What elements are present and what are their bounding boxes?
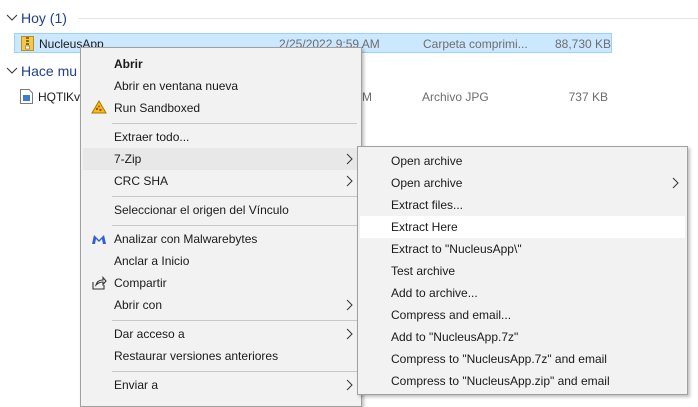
submenu-item-compress-zip-email[interactable]: Compress to "NucleusApp.zip" and email	[360, 370, 685, 392]
submenu-item-extract-files[interactable]: Extract files...	[360, 194, 685, 216]
context-menu: Abrir Abrir en ventana nueva Run Sandbox…	[80, 47, 362, 407]
menu-item-malwarebytes[interactable]: Analizar con Malwarebytes	[83, 228, 359, 250]
zip-folder-icon	[21, 36, 34, 51]
menu-item-restore-versions[interactable]: Restaurar versiones anteriores	[83, 345, 359, 367]
menu-separator	[112, 225, 357, 226]
submenu-item-add-to-archive[interactable]: Add to archive...	[360, 282, 685, 304]
file-name: HQTlKv	[38, 90, 80, 104]
menu-separator	[112, 320, 357, 321]
chevron-right-icon	[346, 175, 353, 187]
menu-separator	[112, 371, 357, 372]
menu-item-select-link-origin[interactable]: Seleccionar el origen del Vínculo	[83, 199, 359, 221]
sandbox-icon	[91, 100, 107, 114]
submenu-item-compress-7z-email[interactable]: Compress to "NucleusApp.7z" and email	[360, 348, 685, 370]
chevron-right-icon	[346, 328, 353, 340]
submenu-item-extract-here[interactable]: Extract Here	[360, 216, 685, 238]
submenu-item-test-archive[interactable]: Test archive	[360, 260, 685, 282]
submenu-item-open-archive[interactable]: Open archive	[360, 150, 685, 172]
chevron-right-icon	[346, 299, 353, 311]
menu-separator	[112, 123, 357, 124]
file-size: 88,730 KB	[555, 37, 612, 51]
file-size: 737 KB	[568, 90, 608, 104]
chevron-right-icon	[346, 379, 353, 391]
chevron-right-icon	[672, 177, 679, 189]
submenu-item-add-to-7z[interactable]: Add to "NucleusApp.7z"	[360, 326, 685, 348]
menu-item-send-to[interactable]: Enviar a	[83, 374, 359, 396]
image-file-icon	[20, 89, 33, 104]
file-type: Carpeta comprimi...	[423, 37, 528, 51]
menu-item-crc-sha[interactable]: CRC SHA	[83, 170, 359, 192]
menu-item-7zip[interactable]: 7-Zip	[83, 148, 359, 170]
chevron-down-icon	[6, 67, 18, 74]
group-label: Hoy (1)	[21, 10, 67, 26]
menu-item-share[interactable]: Compartir	[83, 272, 359, 294]
group-header-today[interactable]: Hoy (1)	[6, 8, 67, 28]
chevron-down-icon	[6, 14, 18, 21]
share-icon	[92, 276, 107, 290]
menu-item-pin-start[interactable]: Anclar a Inicio	[83, 250, 359, 272]
menu-item-extract-all[interactable]: Extraer todo...	[83, 126, 359, 148]
submenu-item-open-archive-type[interactable]: Open archive	[360, 172, 685, 194]
menu-item-open-with[interactable]: Abrir con	[83, 294, 359, 316]
menu-item-open-new-window[interactable]: Abrir en ventana nueva	[83, 75, 359, 97]
group-label: Hace mu	[21, 63, 78, 79]
submenu-item-compress-email[interactable]: Compress and email...	[360, 304, 685, 326]
group-divider	[78, 18, 698, 19]
malwarebytes-icon	[92, 235, 106, 244]
group-header-older[interactable]: Hace mu	[6, 61, 77, 81]
menu-item-give-access[interactable]: Dar acceso a	[83, 323, 359, 345]
7zip-submenu: Open archive Open archive Extract files.…	[357, 146, 688, 395]
menu-separator	[112, 196, 357, 197]
file-type: Archivo JPG	[422, 90, 489, 104]
menu-item-open[interactable]: Abrir	[83, 53, 359, 75]
menu-item-run-sandboxed[interactable]: Run Sandboxed	[83, 97, 359, 119]
submenu-item-extract-to[interactable]: Extract to "NucleusApp\"	[360, 238, 685, 260]
chevron-right-icon	[346, 153, 353, 165]
